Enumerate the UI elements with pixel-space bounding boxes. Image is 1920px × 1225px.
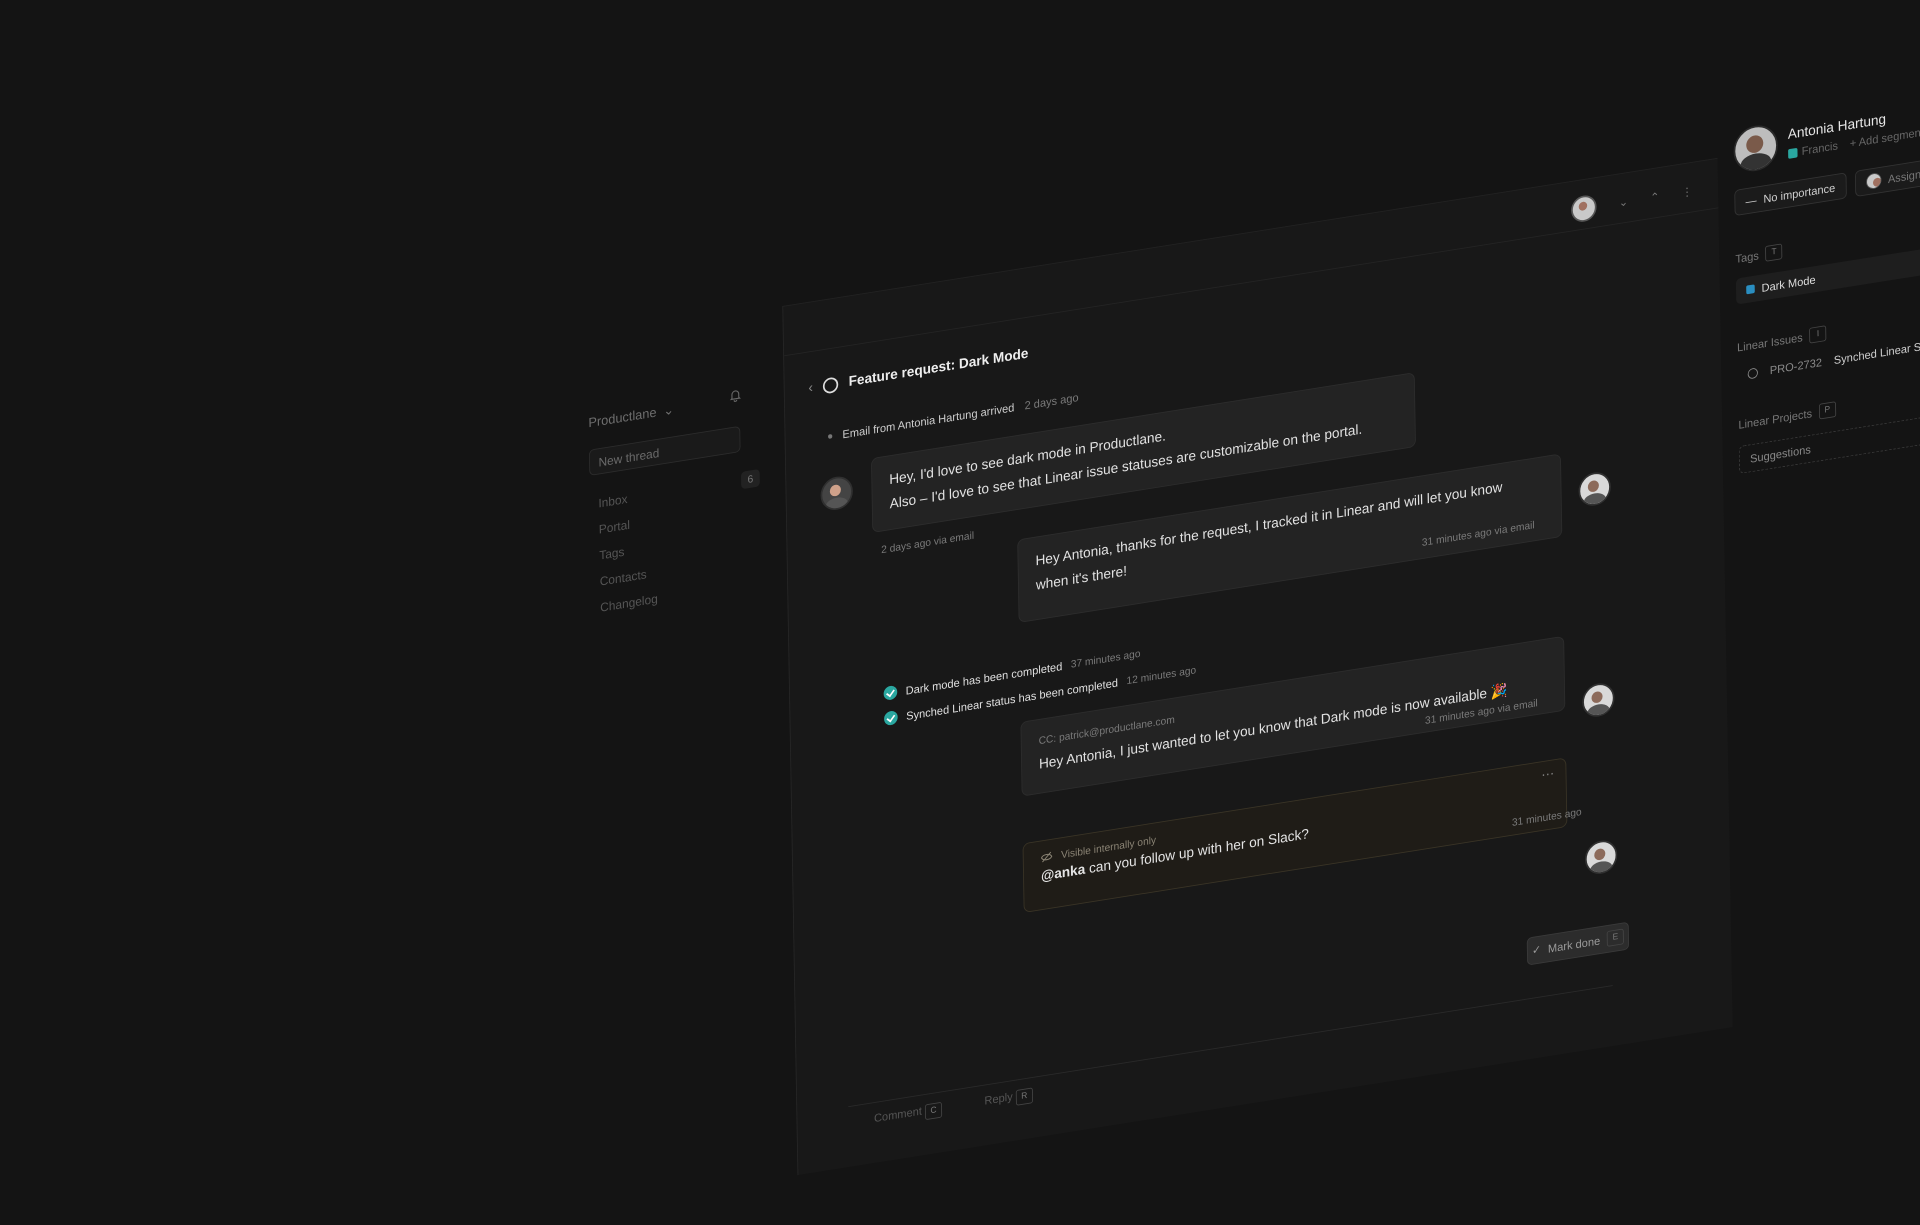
shortcut-key: E xyxy=(1606,928,1625,947)
sidebar-item-label: Portal xyxy=(598,517,631,537)
event-time: 2 days ago xyxy=(1024,390,1079,413)
contact-panel: Antonia Hartung Francis + Add segment — … xyxy=(1733,84,1920,911)
reply-label: Reply xyxy=(984,1089,1013,1108)
thread-panel: ⌄ ⌃ ⋮ ‹ Feature request: Dark Mode Email… xyxy=(782,157,1733,1176)
sidebar-nav: Inbox 6 Portal Tags Contacts Changelog xyxy=(590,465,762,622)
mention[interactable]: @anka xyxy=(1041,862,1085,884)
sidebar: Productlane ⌄ New thread Inbox 6 Portal … xyxy=(588,388,761,622)
workspace-name: Productlane xyxy=(588,404,657,431)
new-thread-button[interactable]: New thread xyxy=(588,425,741,476)
contact-header: Antonia Hartung Francis + Add segment xyxy=(1733,84,1920,175)
assignee-avatar xyxy=(1865,172,1882,191)
assignee-avatar[interactable] xyxy=(1571,193,1597,224)
sidebar-item-label: Contacts xyxy=(599,566,647,589)
note-body: @anka can you follow up with her on Slac… xyxy=(1041,789,1549,885)
visibility-label: Visible internally only xyxy=(1040,772,1549,865)
reply-tab[interactable]: Reply R xyxy=(984,1087,1033,1111)
inbox-count-badge: 6 xyxy=(740,468,760,490)
check-circle-icon xyxy=(883,684,898,701)
status-time: 37 minutes ago xyxy=(1070,647,1141,671)
importance-selector[interactable]: — No importance xyxy=(1734,172,1847,217)
event-text: Email from Antonia Hartung arrived xyxy=(842,400,1015,441)
segment-label: Francis xyxy=(1801,138,1839,158)
section-label: Linear Issues xyxy=(1736,330,1803,354)
more-horizontal-icon[interactable]: … xyxy=(1541,763,1555,781)
issue-id: PRO-2732 xyxy=(1769,355,1823,377)
sidebar-item-label: Changelog xyxy=(600,591,658,615)
tag-icon xyxy=(1746,284,1755,295)
issue-status-icon xyxy=(1747,367,1758,380)
customer-avatar xyxy=(820,474,854,513)
status-circle-icon[interactable] xyxy=(823,376,839,395)
contact-avatar xyxy=(1733,122,1779,175)
shortcut-key: C xyxy=(924,1101,943,1121)
sidebar-item-label: Inbox xyxy=(598,491,628,511)
segment-color-icon xyxy=(1788,147,1798,159)
more-vertical-icon[interactable]: ⋮ xyxy=(1681,184,1692,200)
section-label: Linear Projects xyxy=(1738,406,1813,432)
bell-icon[interactable] xyxy=(728,387,742,403)
agent-avatar xyxy=(1578,469,1612,509)
shortcut-key: I xyxy=(1809,325,1827,344)
comment-tab[interactable]: Comment C xyxy=(873,1101,943,1128)
chevron-down-icon[interactable]: ⌄ xyxy=(1619,195,1629,210)
shortcut-key: T xyxy=(1765,243,1783,262)
shortcut-key: P xyxy=(1818,401,1836,420)
tag-label: Dark Mode xyxy=(1761,272,1816,295)
section-label: Tags xyxy=(1735,248,1759,266)
comment-label: Comment xyxy=(873,1104,923,1125)
event-dot-icon xyxy=(828,433,833,439)
chevron-down-icon: ⌄ xyxy=(663,402,675,419)
agent-avatar xyxy=(1584,838,1618,877)
check-circle-outline-icon: ✓ xyxy=(1531,942,1542,957)
message-meta: 2 days ago via email xyxy=(881,529,975,556)
back-arrow-icon[interactable]: ‹ xyxy=(808,380,813,396)
thread-header: ‹ Feature request: Dark Mode xyxy=(808,346,1028,396)
mark-done-label: Mark done xyxy=(1547,933,1601,955)
issue-title: Synched Linear Status xyxy=(1833,336,1920,367)
mark-done-button[interactable]: ✓ Mark done E xyxy=(1526,921,1630,966)
composer-bar: Comment C Reply R xyxy=(848,985,1614,1141)
eye-off-icon xyxy=(1040,851,1053,863)
thread-topbar xyxy=(783,158,1719,357)
agent-avatar xyxy=(1581,680,1615,720)
check-circle-icon xyxy=(883,710,898,727)
thread-title: Feature request: Dark Mode xyxy=(848,346,1029,390)
sidebar-item-label: Tags xyxy=(599,544,625,563)
importance-label: No importance xyxy=(1763,180,1836,206)
assignee-label: Assigned to me xyxy=(1887,160,1920,186)
status-time: 12 minutes ago xyxy=(1126,663,1197,687)
dash-icon: — xyxy=(1745,193,1757,208)
app-stage: Productlane ⌄ New thread Inbox 6 Portal … xyxy=(466,2,1920,1198)
chevron-up-icon[interactable]: ⌃ xyxy=(1650,190,1660,205)
shortcut-key: R xyxy=(1015,1087,1033,1106)
assignee-selector[interactable]: Assigned to me xyxy=(1854,151,1920,198)
